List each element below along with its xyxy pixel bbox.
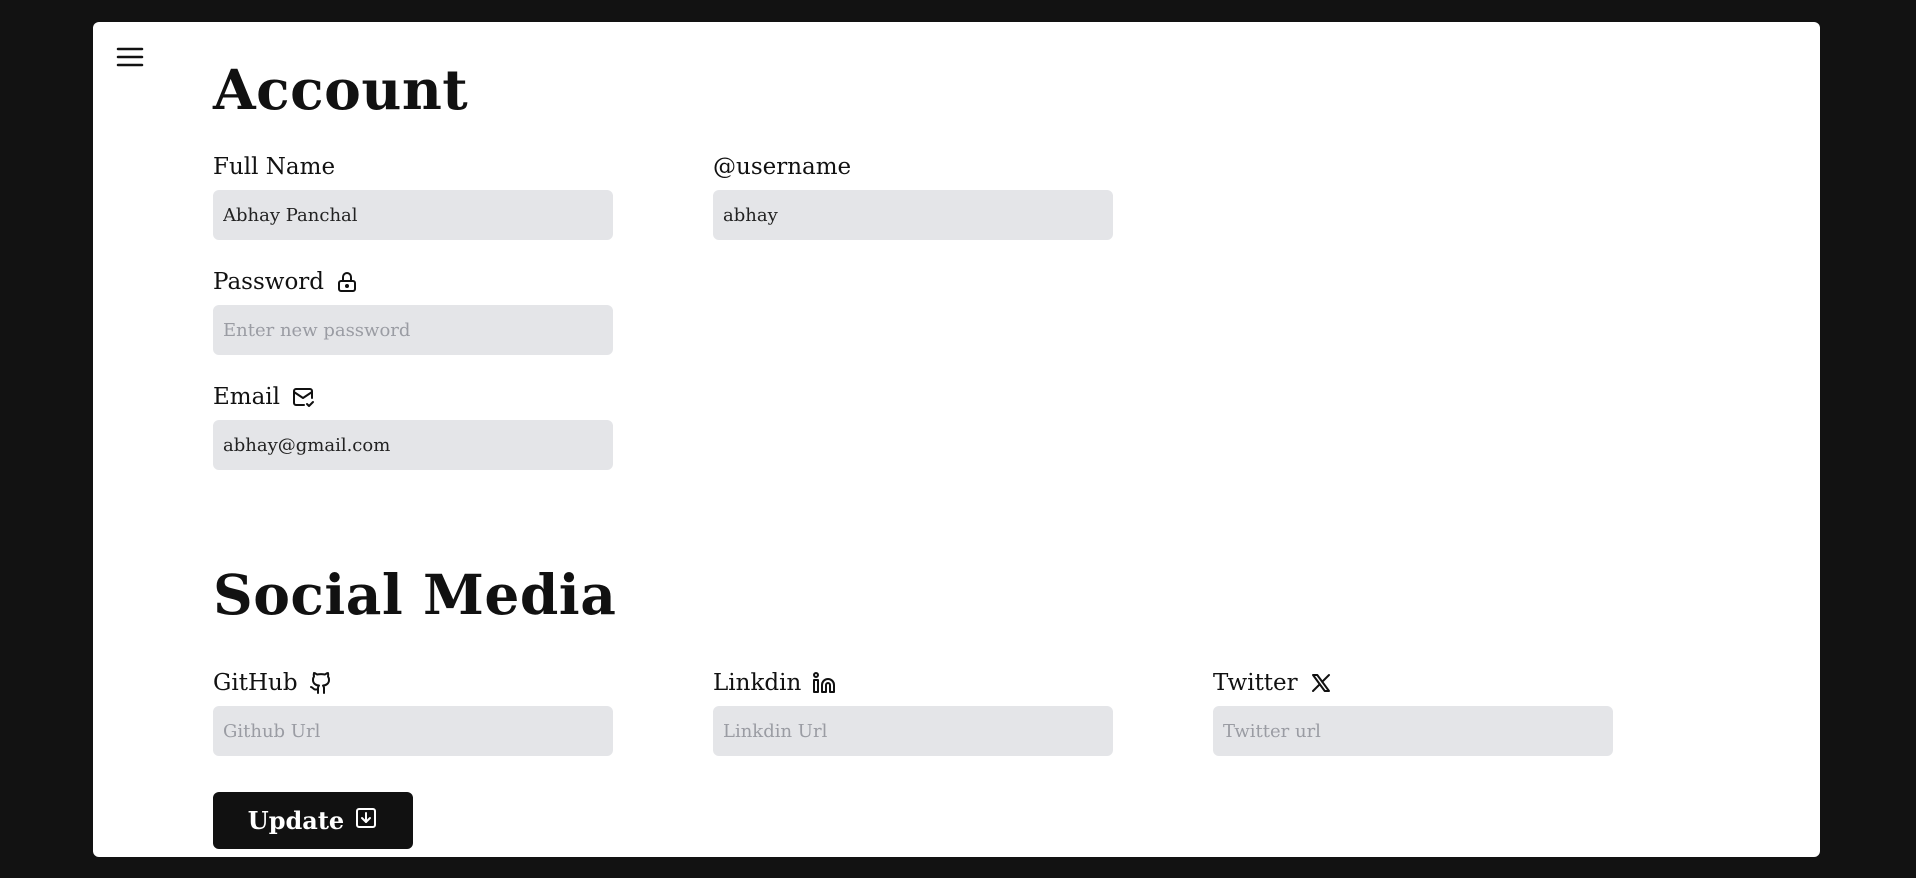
save-icon	[354, 806, 378, 836]
x-icon	[1308, 670, 1334, 696]
username-label: @username	[713, 154, 852, 180]
linkedin-field: Linkdin	[713, 668, 1113, 756]
password-label-row: Password	[213, 267, 613, 297]
twitter-label-row: Twitter	[1213, 668, 1613, 698]
password-input[interactable]	[213, 305, 613, 355]
linkedin-url-input[interactable]	[713, 706, 1113, 756]
email-input[interactable]	[213, 420, 613, 470]
email-field: Email	[213, 382, 613, 470]
settings-card: Account Full Name @username Password	[93, 22, 1820, 857]
mail-check-icon	[290, 384, 316, 410]
username-input[interactable]	[713, 190, 1113, 240]
github-label: GitHub	[213, 670, 298, 696]
password-field: Password	[213, 267, 613, 355]
username-field: @username	[713, 152, 1113, 240]
email-label: Email	[213, 384, 281, 410]
update-button-label: Update	[247, 806, 345, 835]
full-name-field: Full Name	[213, 152, 613, 240]
settings-content: Account Full Name @username Password	[213, 22, 1820, 857]
lock-icon	[334, 269, 360, 295]
linkedin-icon	[811, 670, 837, 696]
social-media-heading: Social Media	[213, 562, 617, 627]
github-label-row: GitHub	[213, 668, 613, 698]
twitter-url-input[interactable]	[1213, 706, 1613, 756]
github-icon	[308, 670, 334, 696]
twitter-label: Twitter	[1213, 670, 1298, 696]
linkedin-label-row: Linkdin	[713, 668, 1113, 698]
twitter-field: Twitter	[1213, 668, 1613, 756]
update-button[interactable]: Update	[213, 792, 413, 849]
account-heading: Account	[213, 57, 469, 122]
full-name-input[interactable]	[213, 190, 613, 240]
full-name-label-row: Full Name	[213, 152, 613, 182]
hamburger-menu-button[interactable]	[115, 42, 145, 72]
linkedin-label: Linkdin	[713, 670, 802, 696]
github-field: GitHub	[213, 668, 613, 756]
password-label: Password	[213, 269, 325, 295]
menu-icon	[116, 47, 144, 67]
github-url-input[interactable]	[213, 706, 613, 756]
full-name-label: Full Name	[213, 154, 336, 180]
username-label-row: @username	[713, 152, 1113, 182]
email-label-row: Email	[213, 382, 613, 412]
